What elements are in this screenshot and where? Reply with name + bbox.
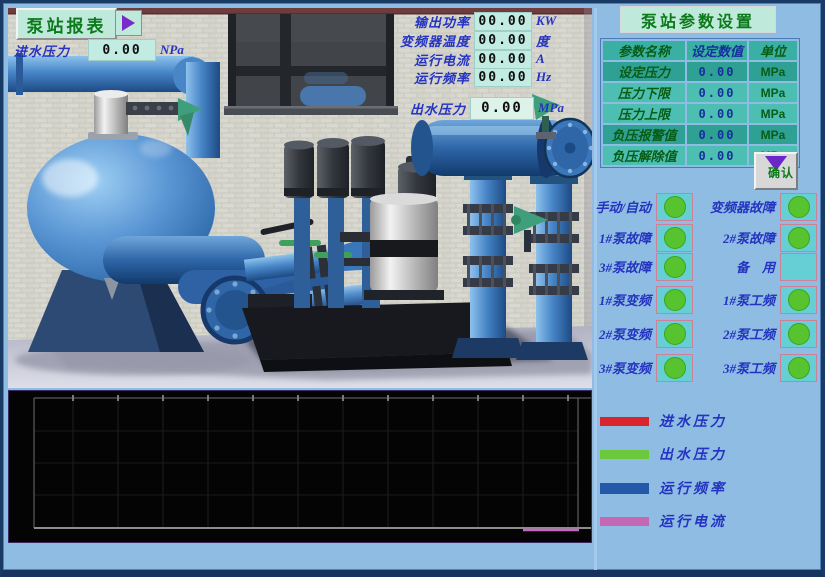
status-manual-auto: 手动/自动 — [586, 193, 693, 220]
legend-label: 进水压力 — [659, 411, 727, 431]
confirm-button-label: 确认 — [768, 164, 794, 181]
status-lamp-box — [780, 354, 817, 382]
readout-running-current: 运行电流 00.00 A — [340, 50, 562, 68]
play-icon — [122, 15, 135, 31]
status-pump2-vfd: 2#泵变频 — [586, 320, 693, 347]
setting-name: 压力上限 — [603, 104, 685, 123]
readout-vfd-temperature: 变频器温度 00.00 度 — [340, 31, 562, 49]
chart-grid — [9, 391, 591, 542]
outlet-pressure-unit: MPa — [538, 100, 568, 116]
inlet-pressure-readout: 进水压力 0.00 NPa — [14, 39, 244, 61]
settings-panel-title: 泵站参数设置 — [620, 6, 776, 33]
status-lamp-box — [780, 224, 817, 252]
setting-row: 压力下限 0.00 MPa — [603, 83, 797, 102]
legend-swatch-outlet-pressure — [600, 450, 649, 459]
status-lamp-box — [780, 320, 817, 348]
col-header-unit: 单位 — [749, 41, 797, 60]
setting-value-field[interactable]: 0.00 — [687, 104, 747, 123]
status-lamp-box — [780, 253, 817, 281]
status-pump2-mains: 2#泵工频 — [682, 320, 817, 347]
status-vfd-fault: 变频器故障 — [682, 193, 817, 220]
readout-unit: A — [536, 51, 562, 67]
setting-value-field[interactable]: 0.00 — [687, 146, 747, 165]
status-label: 1#泵故障 — [599, 228, 651, 247]
status-pump1-fault: 1#泵故障 — [586, 224, 693, 251]
status-label: 1#泵工频 — [723, 290, 775, 309]
status-pump3-vfd: 3#泵变频 — [586, 354, 693, 381]
status-pump3-mains: 3#泵工频 — [682, 354, 817, 381]
status-label: 1#泵变频 — [599, 290, 651, 309]
setting-value-field[interactable]: 0.00 — [687, 125, 747, 144]
col-header-set-value: 设定数值 — [687, 41, 747, 60]
setting-name: 负压报警值 — [603, 125, 685, 144]
legend-swatch-run-current — [600, 517, 649, 526]
setting-value-field[interactable]: 0.00 — [687, 83, 747, 102]
setting-value-field[interactable]: 0.00 — [687, 62, 747, 81]
readout-label: 运行电流 — [340, 50, 470, 69]
readout-value: 00.00 — [474, 68, 532, 87]
readout-label: 输出功率 — [340, 12, 470, 31]
lamp-icon — [788, 357, 810, 379]
status-pump2-fault: 2#泵故障 — [682, 224, 817, 251]
hmi-main-screen: 泵站报表 进水压力 0.00 NPa 输出功率 00.00 KW 变频器温度 0… — [0, 0, 825, 577]
report-button[interactable]: 泵站报表 — [16, 8, 117, 40]
status-label: 变频器故障 — [710, 197, 775, 216]
status-lamp-box — [780, 193, 817, 221]
readout-label: 运行频率 — [340, 68, 470, 87]
status-pump1-vfd: 1#泵变频 — [586, 286, 693, 313]
setting-row: 负压报警值 0.00 MPa — [603, 125, 797, 144]
readout-value: 00.00 — [474, 31, 532, 50]
setting-unit: MPa — [749, 83, 797, 102]
settings-table: 参数名称 设定数值 单位 设定压力 0.00 MPa 压力下限 0.00 MPa… — [600, 38, 800, 168]
confirm-button[interactable]: 确认 — [754, 152, 798, 190]
readout-running-frequency: 运行频率 00.00 Hz — [340, 68, 562, 86]
status-pump3-fault: 3#泵故障 — [586, 253, 693, 280]
inlet-pressure-label: 进水压力 — [14, 41, 84, 60]
readout-unit: KW — [536, 13, 562, 29]
readout-value: 00.00 — [474, 12, 532, 31]
setting-unit: MPa — [749, 104, 797, 123]
legend-swatch-run-frequency — [600, 483, 649, 494]
col-header-param-name: 参数名称 — [603, 41, 685, 60]
status-label: 2#泵变频 — [599, 324, 651, 343]
setting-unit: MPa — [749, 125, 797, 144]
status-label: 3#泵工频 — [723, 358, 775, 377]
status-spare: 备 用 — [682, 253, 817, 280]
setting-unit: MPa — [749, 62, 797, 81]
header-manifold — [411, 118, 592, 184]
status-label: 手动/自动 — [595, 197, 651, 216]
inlet-pressure-unit: NPa — [160, 42, 184, 58]
legend-label: 出水压力 — [659, 444, 727, 464]
readout-unit: Hz — [536, 69, 562, 85]
inlet-pressure-value: 0.00 — [88, 39, 156, 61]
status-label: 3#泵故障 — [599, 257, 651, 276]
legend-swatch-inlet-pressure — [600, 417, 649, 426]
outlet-pressure-label: 出水压力 — [340, 99, 466, 118]
lamp-icon — [788, 289, 810, 311]
status-label: 2#泵工频 — [723, 324, 775, 343]
status-lamp-box — [780, 286, 817, 314]
readout-output-power: 输出功率 00.00 KW — [340, 12, 562, 30]
setting-row: 设定压力 0.00 MPa — [603, 62, 797, 81]
lamp-icon — [788, 227, 810, 249]
outlet-pressure-value: 0.00 — [470, 97, 534, 120]
legend-label: 运行频率 — [659, 478, 727, 498]
status-label: 2#泵故障 — [723, 228, 775, 247]
outlet-pressure-readout: 出水压力 0.00 MPa — [340, 97, 568, 119]
readout-unit: 度 — [536, 31, 562, 50]
readout-value: 00.00 — [474, 50, 532, 69]
status-label: 3#泵变频 — [599, 358, 651, 377]
lamp-icon — [788, 196, 810, 218]
lamp-icon — [788, 323, 810, 345]
setting-name: 设定压力 — [603, 62, 685, 81]
setting-name: 压力下限 — [603, 83, 685, 102]
report-play-button[interactable] — [115, 10, 142, 36]
legend-label: 运行电流 — [659, 511, 727, 531]
status-pump1-mains: 1#泵工频 — [682, 286, 817, 313]
readout-label: 变频器温度 — [340, 31, 470, 50]
trend-chart — [8, 390, 592, 543]
setting-row: 压力上限 0.00 MPa — [603, 104, 797, 123]
status-label: 备 用 — [736, 257, 775, 276]
setting-name: 负压解除值 — [603, 146, 685, 165]
